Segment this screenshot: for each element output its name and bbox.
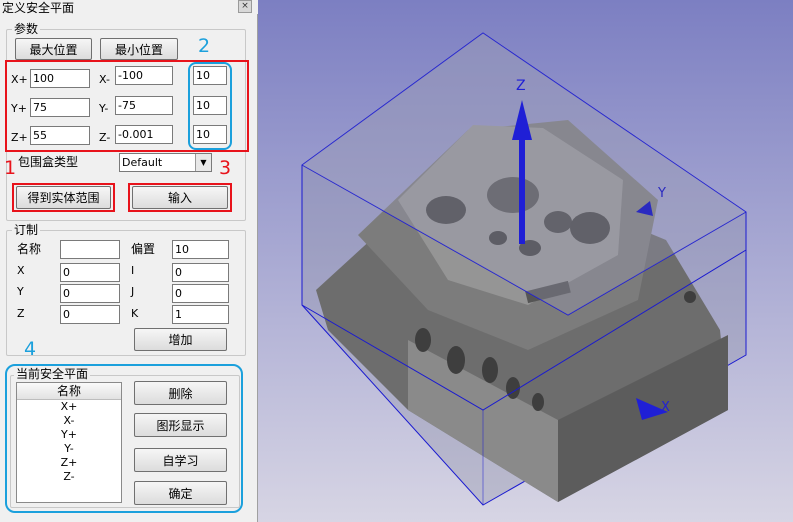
yminus-label: Y- <box>99 102 109 115</box>
bbox-type-select[interactable]: Default ▼ <box>119 153 212 172</box>
offset-field[interactable]: 10 <box>172 240 229 259</box>
y-axis-label: Y <box>658 186 666 201</box>
hole <box>506 377 520 399</box>
zplus-field[interactable]: 55 <box>30 126 90 145</box>
custom-legend: 订制 <box>12 223 41 237</box>
annotation-2: 2 <box>198 35 211 57</box>
zminus-label: Z- <box>99 131 111 144</box>
hole <box>684 291 696 303</box>
window-title: 定义安全平面 <box>2 1 75 15</box>
safety-plane-dialog: 定义安全平面 × 参数 最大位置 最小位置 X+ 100 X- -100 10 … <box>0 0 258 522</box>
yminus-field[interactable]: -75 <box>115 96 173 115</box>
list-item[interactable]: X- <box>17 414 121 428</box>
3d-viewport[interactable]: Z Y X <box>258 0 793 522</box>
i-label: I <box>131 264 135 277</box>
x-label: X <box>17 264 25 277</box>
k-label: K <box>131 307 139 320</box>
name-field[interactable] <box>60 240 120 259</box>
yoffset-field[interactable]: 10 <box>193 96 227 115</box>
annotation-1: 1 <box>4 157 17 179</box>
j-label: J <box>131 285 135 298</box>
hole <box>532 393 544 411</box>
input-button[interactable]: 输入 <box>132 186 228 209</box>
offset-label: 偏置 <box>131 242 156 256</box>
bbox-type-value: Default <box>122 156 163 169</box>
list-item[interactable]: Z+ <box>17 456 121 470</box>
zminus-field[interactable]: -0.001 <box>115 125 173 144</box>
plane-list[interactable]: 名称 X+ X- Y+ Y- Z+ Z- <box>16 382 122 503</box>
list-item[interactable]: X+ <box>17 400 121 414</box>
zplus-label: Z+ <box>11 131 28 144</box>
current-planes-legend: 当前安全平面 <box>14 367 91 381</box>
annotation-3: 3 <box>219 157 232 179</box>
ok-button[interactable]: 确定 <box>134 481 227 505</box>
list-item[interactable]: Y- <box>17 442 121 456</box>
name-label: 名称 <box>17 242 42 256</box>
list-item[interactable]: Z- <box>17 470 121 484</box>
get-entity-range-button[interactable]: 得到实体范围 <box>16 186 111 209</box>
self-learn-button[interactable]: 自学习 <box>134 448 227 472</box>
zoffset-field[interactable]: 10 <box>193 125 227 144</box>
hole <box>447 346 465 374</box>
hole <box>415 328 431 352</box>
params-legend: 参数 <box>12 22 41 36</box>
z-axis-label: Z <box>516 78 526 94</box>
z-label: Z <box>17 307 25 320</box>
chevron-down-icon[interactable]: ▼ <box>195 154 211 171</box>
list-item[interactable]: Y+ <box>17 428 121 442</box>
annotation-4: 4 <box>24 338 37 360</box>
xminus-label: X- <box>99 73 110 86</box>
xplus-label: X+ <box>11 73 28 86</box>
xplus-field[interactable]: 100 <box>30 69 90 88</box>
xminus-field[interactable]: -100 <box>115 66 173 85</box>
delete-button[interactable]: 删除 <box>134 381 227 405</box>
min-position-button[interactable]: 最小位置 <box>100 38 178 60</box>
title-bar: 定义安全平面 <box>0 0 258 15</box>
z-field[interactable]: 0 <box>60 305 120 324</box>
close-button[interactable]: × <box>238 0 252 13</box>
xoffset-field[interactable]: 10 <box>193 66 227 85</box>
list-header-name[interactable]: 名称 <box>17 383 121 400</box>
graphic-display-button[interactable]: 图形显示 <box>134 413 227 437</box>
i-field[interactable]: 0 <box>172 263 229 282</box>
add-button[interactable]: 增加 <box>134 328 227 351</box>
yplus-field[interactable]: 75 <box>30 98 90 117</box>
y-label: Y <box>17 285 24 298</box>
bbox-type-label: 包围盒类型 <box>18 155 79 169</box>
max-position-button[interactable]: 最大位置 <box>15 38 92 60</box>
x-axis-label: X <box>661 400 670 415</box>
k-field[interactable]: 1 <box>172 305 229 324</box>
j-field[interactable]: 0 <box>172 284 229 303</box>
y-field[interactable]: 0 <box>60 284 120 303</box>
hole <box>482 357 498 383</box>
yplus-label: Y+ <box>11 102 27 115</box>
x-field[interactable]: 0 <box>60 263 120 282</box>
